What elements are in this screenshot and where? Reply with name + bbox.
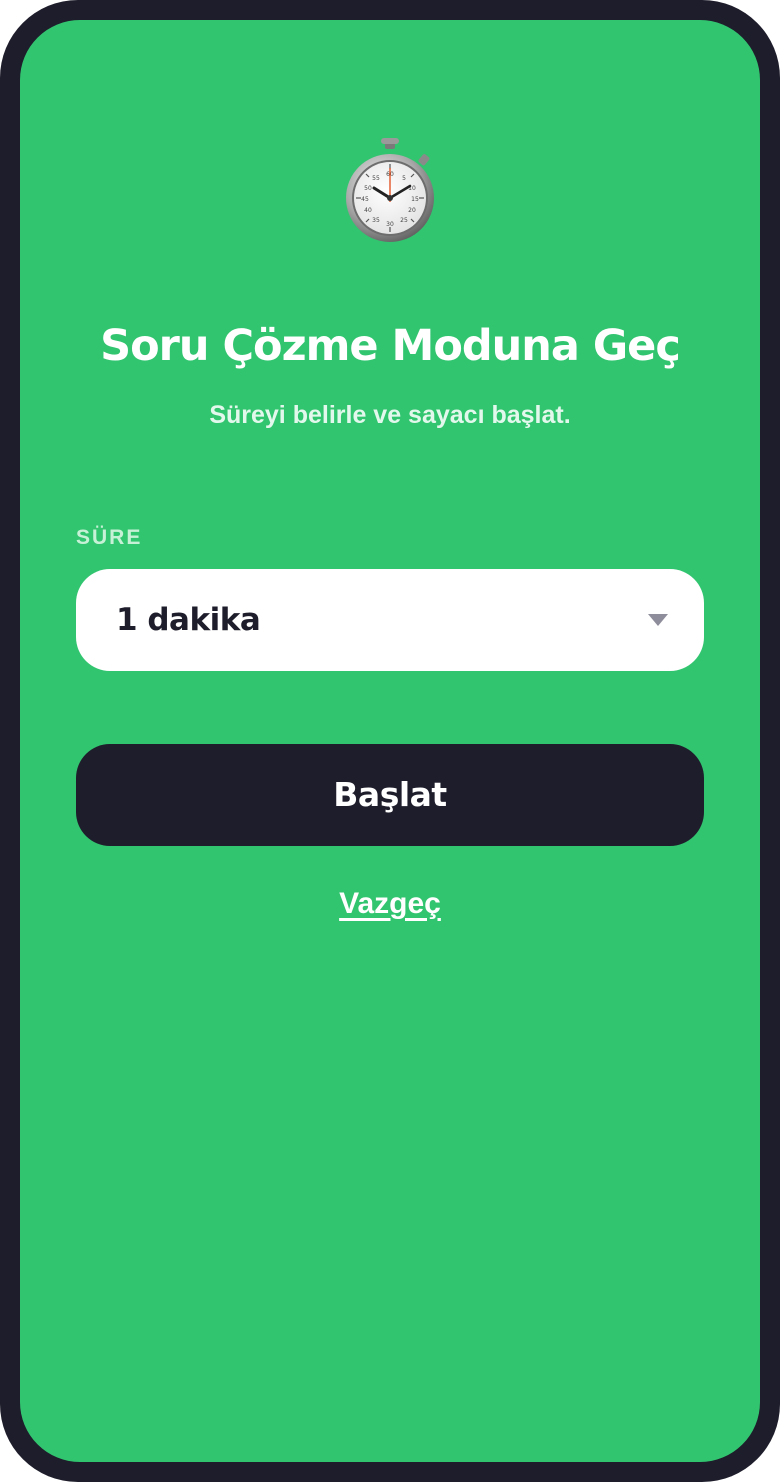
svg-text:40: 40 bbox=[364, 207, 372, 214]
start-button[interactable]: Başlat bbox=[76, 744, 704, 846]
duration-label: SÜRE bbox=[76, 526, 143, 549]
svg-text:15: 15 bbox=[411, 196, 419, 203]
timer-mode-screen: 60 5 10 15 20 25 30 35 40 45 50 55 bbox=[20, 20, 760, 1462]
phone-frame: 60 5 10 15 20 25 30 35 40 45 50 55 bbox=[0, 0, 780, 1482]
duration-select[interactable]: 1 dakika bbox=[76, 569, 704, 671]
stopwatch-icon: 60 5 10 15 20 25 30 35 40 45 50 55 bbox=[340, 136, 440, 246]
cancel-link[interactable]: Vazgeç bbox=[20, 882, 760, 926]
svg-text:25: 25 bbox=[400, 217, 408, 224]
page-title: Soru Çözme Moduna Geç bbox=[100, 321, 681, 371]
svg-text:5: 5 bbox=[402, 175, 406, 182]
svg-text:55: 55 bbox=[372, 175, 380, 182]
svg-text:30: 30 bbox=[386, 221, 394, 228]
duration-selected-value: 1 dakika bbox=[116, 602, 261, 638]
svg-text:20: 20 bbox=[408, 207, 416, 214]
svg-text:45: 45 bbox=[361, 196, 369, 203]
svg-text:50: 50 bbox=[364, 185, 372, 192]
chevron-down-icon bbox=[648, 614, 668, 626]
page-subtitle: Süreyi belirle ve sayacı başlat. bbox=[209, 401, 571, 429]
svg-text:35: 35 bbox=[372, 217, 380, 224]
